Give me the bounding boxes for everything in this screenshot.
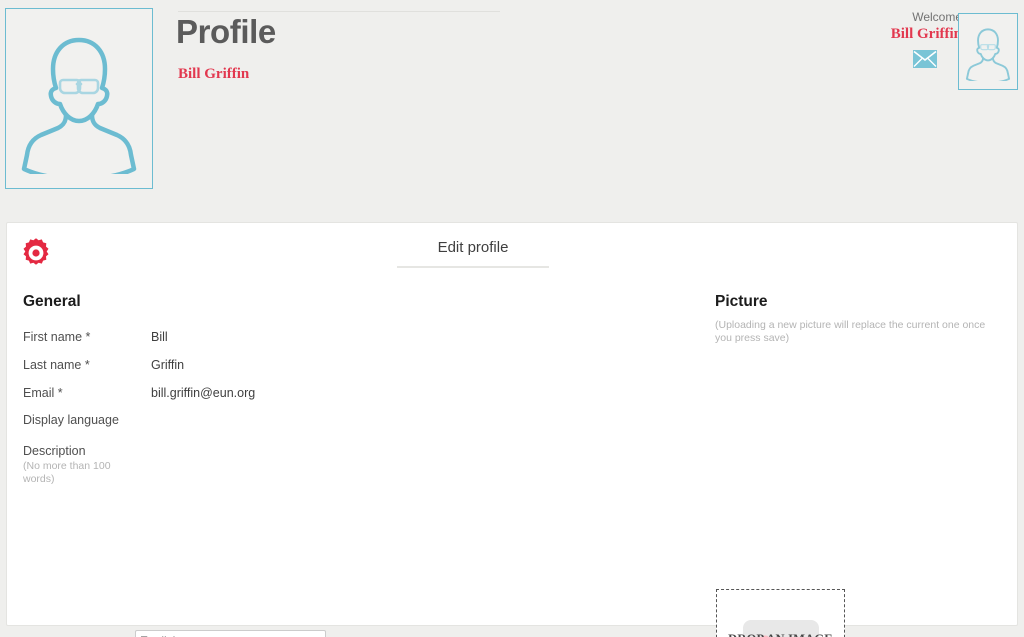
dropzone-text: DROP AN IMAGE — [717, 632, 844, 637]
description-hint: (No more than 100 words) — [23, 460, 111, 485]
general-section-title: General — [23, 293, 81, 310]
profile-avatar-panel — [5, 8, 153, 189]
first-name-value: Bill — [151, 330, 168, 344]
picture-hint: (Uploading a new picture will replace th… — [715, 319, 986, 344]
display-language-select[interactable]: English — [135, 630, 326, 637]
page-title: Profile — [176, 13, 276, 50]
image-dropzone[interactable]: DROP AN IMAGE Browse to upload — [716, 589, 845, 637]
header-user-avatar[interactable] — [958, 13, 1018, 90]
welcome-label: Welcome — [912, 10, 962, 24]
tab-edit-profile[interactable]: Edit profile — [397, 239, 549, 266]
display-language-label: Display language — [23, 413, 119, 427]
email-value: bill.griffin@eun.org — [151, 386, 256, 400]
first-name-label: First name * — [23, 330, 91, 344]
edit-profile-card: Edit profile General First name * Bill L… — [6, 222, 1018, 637]
email-label: Email * — [23, 386, 63, 400]
last-name-label: Last name * — [23, 358, 90, 372]
page-subtitle-username: Bill Griffin — [178, 66, 250, 82]
description-label: Description — [23, 444, 86, 458]
page-header: Profile Bill Griffin Welcome Bill Griffi… — [0, 0, 1024, 210]
picture-section-title: Picture — [715, 293, 768, 310]
last-name-value: Griffin — [151, 358, 185, 372]
envelope-icon[interactable] — [913, 50, 937, 68]
card-tabs: Edit profile — [397, 239, 549, 268]
tab-underline — [397, 266, 549, 268]
welcome-username: Bill Griffin — [890, 26, 962, 42]
title-divider — [178, 11, 500, 12]
gear-icon[interactable] — [19, 236, 53, 270]
profile-page: Profile Bill Griffin Welcome Bill Griffi… — [0, 0, 1024, 637]
